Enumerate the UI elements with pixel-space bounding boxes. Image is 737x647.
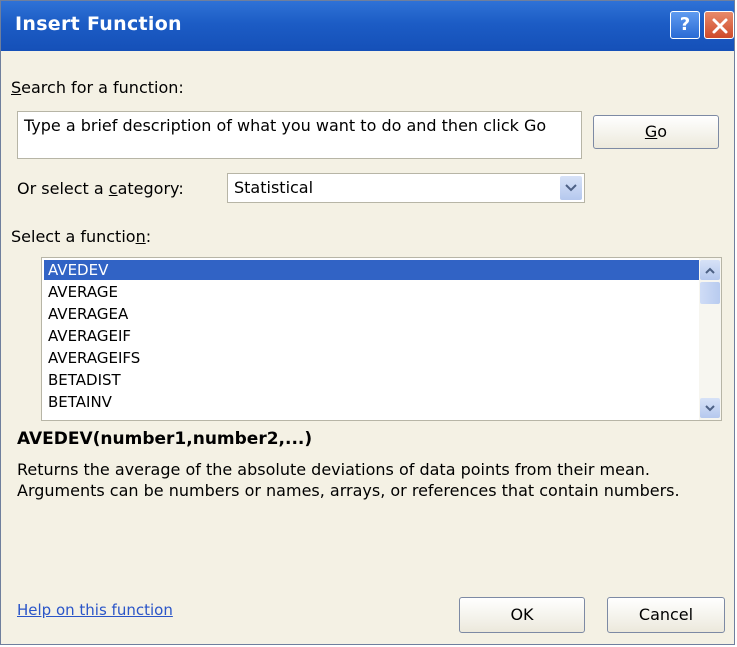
close-button[interactable] — [704, 11, 734, 39]
category-select[interactable]: Statistical — [227, 173, 585, 203]
help-button[interactable]: ? — [670, 11, 700, 39]
list-item[interactable]: AVERAGEIF — [44, 326, 700, 346]
list-item[interactable]: AVERAGE — [44, 282, 700, 302]
help-link[interactable]: Help on this function — [17, 601, 173, 619]
cancel-button[interactable]: Cancel — [607, 597, 725, 633]
list-scrollbar[interactable] — [699, 258, 721, 420]
list-item[interactable]: BETADIST — [44, 370, 700, 390]
search-input-text: Type a brief description of what you wan… — [24, 116, 547, 135]
list-item[interactable]: AVERAGEIFS — [44, 348, 700, 368]
scroll-down-button[interactable] — [700, 398, 720, 418]
chevron-down-icon — [565, 184, 577, 192]
insert-function-dialog: Insert Function ? Search for a function:… — [0, 0, 735, 645]
search-label: Search for a function: — [11, 78, 184, 97]
ok-button[interactable]: OK — [459, 597, 585, 633]
function-signature: AVEDEV(number1,number2,...) — [17, 429, 313, 449]
list-item[interactable]: BETAINV — [44, 392, 700, 412]
list-item[interactable]: AVERAGEA — [44, 304, 700, 324]
question-mark-icon: ? — [679, 14, 691, 35]
chevron-up-icon — [705, 267, 715, 274]
chevron-down-icon — [705, 405, 715, 412]
scroll-thumb[interactable] — [700, 282, 720, 304]
go-button[interactable]: Go — [593, 115, 719, 149]
category-label: Or select a category: — [17, 179, 184, 198]
dialog-title: Insert Function — [15, 13, 182, 35]
close-icon — [712, 18, 728, 34]
category-value: Statistical — [234, 178, 314, 197]
scroll-up-button[interactable] — [700, 260, 720, 280]
function-description: Returns the average of the absolute devi… — [17, 460, 680, 500]
title-bar: Insert Function ? — [1, 1, 734, 51]
function-listbox[interactable]: AVEDEV AVERAGE AVERAGEA AVERAGEIF AVERAG… — [41, 257, 722, 421]
list-item[interactable]: AVEDEV — [44, 260, 700, 280]
function-list-label: Select a function: — [11, 227, 152, 246]
category-dropdown-button[interactable] — [560, 176, 582, 200]
search-input[interactable]: Type a brief description of what you wan… — [17, 111, 582, 159]
